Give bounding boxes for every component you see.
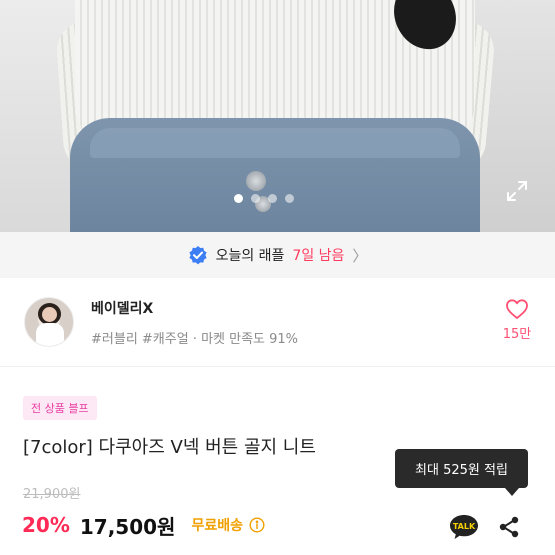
expand-button[interactable]: [502, 176, 532, 206]
like-count: 15만: [502, 327, 532, 342]
price-row: 20% 17,500원 무료배송: [22, 510, 265, 540]
verified-badge-icon: [188, 245, 208, 265]
shop-name[interactable]: 베이델리X: [91, 298, 153, 318]
share-icon: [499, 516, 519, 538]
shop-info[interactable]: 베이델리X #러블리 #캐주얼 · 마켓 만족도 91% 15만: [0, 278, 555, 366]
expand-icon: [507, 181, 527, 201]
carousel-dot-active[interactable]: [234, 194, 243, 203]
promo-badge: 전 상품 블프: [23, 396, 97, 420]
raffle-banner[interactable]: 오늘의 래플 7일 남음 〉: [0, 232, 555, 278]
carousel-dot[interactable]: [268, 194, 277, 203]
talk-icon: TALK: [450, 515, 478, 539]
chevron-right-icon: 〉: [352, 246, 368, 265]
raffle-remaining: 7일 남음: [292, 248, 345, 264]
raffle-label: 오늘의 래플: [215, 248, 285, 264]
carousel-dot[interactable]: [251, 194, 260, 203]
points-tooltip: 최대 525원 적립: [395, 449, 528, 488]
carousel-indicator: [234, 194, 294, 203]
avatar-face: [42, 307, 57, 322]
discount-rate: 20%: [22, 513, 70, 537]
product-title: [7color] 다쿠아즈 V넥 버튼 골지 니트: [23, 437, 316, 458]
shipping-label: 무료배송: [191, 518, 243, 534]
shop-tags: #러블리 #캐주얼 · 마켓 만족도 91%: [91, 332, 299, 347]
photo-waistband: [90, 128, 460, 158]
avatar-body: [36, 323, 64, 346]
talk-label: TALK: [453, 522, 476, 531]
tooltip-arrow: [505, 488, 519, 496]
share-button[interactable]: [495, 513, 523, 541]
section-divider: [0, 366, 555, 367]
heart-icon: [506, 299, 528, 319]
info-icon[interactable]: [249, 517, 265, 533]
original-price: 21,900원: [23, 487, 81, 502]
like-button[interactable]: 15만: [497, 298, 537, 346]
photo-button: [246, 171, 266, 191]
talk-button[interactable]: TALK: [448, 513, 480, 541]
sale-price: 17,500원: [79, 514, 176, 539]
product-image[interactable]: [0, 0, 555, 232]
shop-avatar[interactable]: [24, 297, 74, 347]
carousel-dot[interactable]: [285, 194, 294, 203]
